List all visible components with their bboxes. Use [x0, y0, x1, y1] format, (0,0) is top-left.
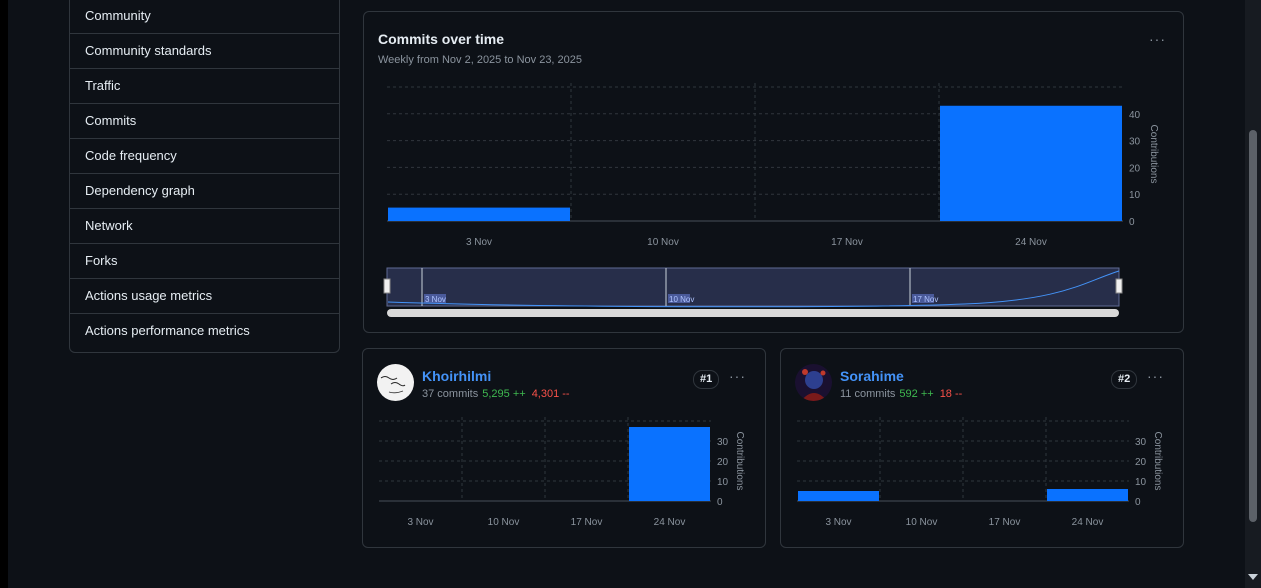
contributor-card-1: Khoirhilmi 37 commits 5,295 ++ 4,301 -- #1… — [362, 348, 766, 548]
commits-over-time-panel: Commits over time Weekly from Nov 2, 202… — [363, 11, 1184, 333]
commits-chart: 0 10 20 30 40 3 Nov 10 Nov 17 Nov 24 Nov Contribu… — [383, 83, 1159, 317]
navigator-handle-left — [383, 278, 391, 294]
y-axis-title: Contributions — [1148, 125, 1159, 184]
sidebar-item-code-frequency[interactable]: Code frequency — [70, 139, 339, 174]
navigator-handle-right — [1115, 278, 1123, 294]
bar — [388, 207, 570, 221]
x-tick-label: 17 Nov — [989, 517, 1021, 528]
x-tick-label: 24 Nov — [1015, 237, 1047, 248]
x-tick-label: 17 Nov — [571, 517, 603, 528]
y-tick-label: 0 — [1129, 217, 1135, 228]
contributor-card-2: Sorahime 11 commits 592 ++ 18 -- #2 ··· 01… — [780, 348, 1184, 548]
y-axis-title: Contributions — [1152, 432, 1163, 491]
bar — [798, 491, 879, 501]
page-scrollbar[interactable] — [1245, 0, 1261, 588]
y-tick-label: 20 — [1129, 163, 1141, 174]
bar — [940, 105, 1122, 221]
sidebar-item-traffic[interactable]: Traffic — [70, 69, 339, 104]
sidebar-item-network[interactable]: Network — [70, 209, 339, 244]
y-tick-label: 0 — [717, 497, 723, 508]
x-tick-label: 3 Nov — [825, 517, 851, 528]
sidebar-item-community-standards[interactable]: Community standards — [70, 34, 339, 69]
y-tick-label: 20 — [717, 457, 729, 468]
x-tick-label: 24 Nov — [1072, 517, 1104, 528]
sidebar-item-actions-usage-metrics[interactable]: Actions usage metrics — [70, 279, 339, 314]
navigator-label: 10 Nov — [669, 295, 694, 304]
y-tick-label: 40 — [1129, 110, 1141, 121]
x-tick-label: 17 Nov — [831, 237, 863, 248]
contributor-chart: 0 10 20 30 3 Nov 10 Nov 17 Nov 24 Nov Contributi… — [379, 417, 745, 528]
y-tick-label: 30 — [717, 437, 729, 448]
x-tick-label: 10 Nov — [906, 517, 938, 528]
y-tick-label: 10 — [1129, 190, 1141, 201]
bar — [1047, 489, 1128, 501]
navigator-label: 3 Nov — [425, 295, 446, 304]
y-tick-label: 10 — [1135, 477, 1147, 488]
y-tick-label: 30 — [1129, 137, 1141, 148]
bar — [629, 427, 710, 501]
y-axis-title: Contributions — [734, 432, 745, 491]
y-tick-label: 30 — [1135, 437, 1147, 448]
page: Community Community standards Traffic Co… — [8, 0, 1245, 588]
sidebar-item-forks[interactable]: Forks — [70, 244, 339, 279]
navigator-scrollbar — [387, 309, 1119, 317]
sidebar-item-dependency-graph[interactable]: Dependency graph — [70, 174, 339, 209]
y-tick-label: 20 — [1135, 457, 1147, 468]
contributor-chart: 0 10 20 30 3 Nov 10 Nov 17 Nov 24 Nov Contributi… — [797, 417, 1163, 528]
range-navigator: 3 Nov 10 Nov 17 Nov — [383, 267, 1123, 317]
sidebar-item-commits[interactable]: Commits — [70, 104, 339, 139]
y-tick-label: 0 — [1135, 497, 1141, 508]
sidebar-item-actions-performance-metrics[interactable]: Actions performance metrics — [70, 314, 339, 349]
insights-sidebar: Community Community standards Traffic Co… — [69, 0, 340, 353]
sidebar-item-community[interactable]: Community — [70, 0, 339, 34]
scroll-down-arrow-icon[interactable] — [1248, 574, 1258, 580]
scrollbar-thumb[interactable] — [1249, 130, 1257, 522]
x-tick-label: 24 Nov — [654, 517, 686, 528]
navigator-label: 17 Nov — [913, 295, 938, 304]
x-tick-label: 3 Nov — [466, 237, 492, 248]
x-tick-label: 10 Nov — [488, 517, 520, 528]
x-tick-label: 3 Nov — [407, 517, 433, 528]
x-tick-label: 10 Nov — [647, 237, 679, 248]
y-tick-label: 10 — [717, 477, 729, 488]
